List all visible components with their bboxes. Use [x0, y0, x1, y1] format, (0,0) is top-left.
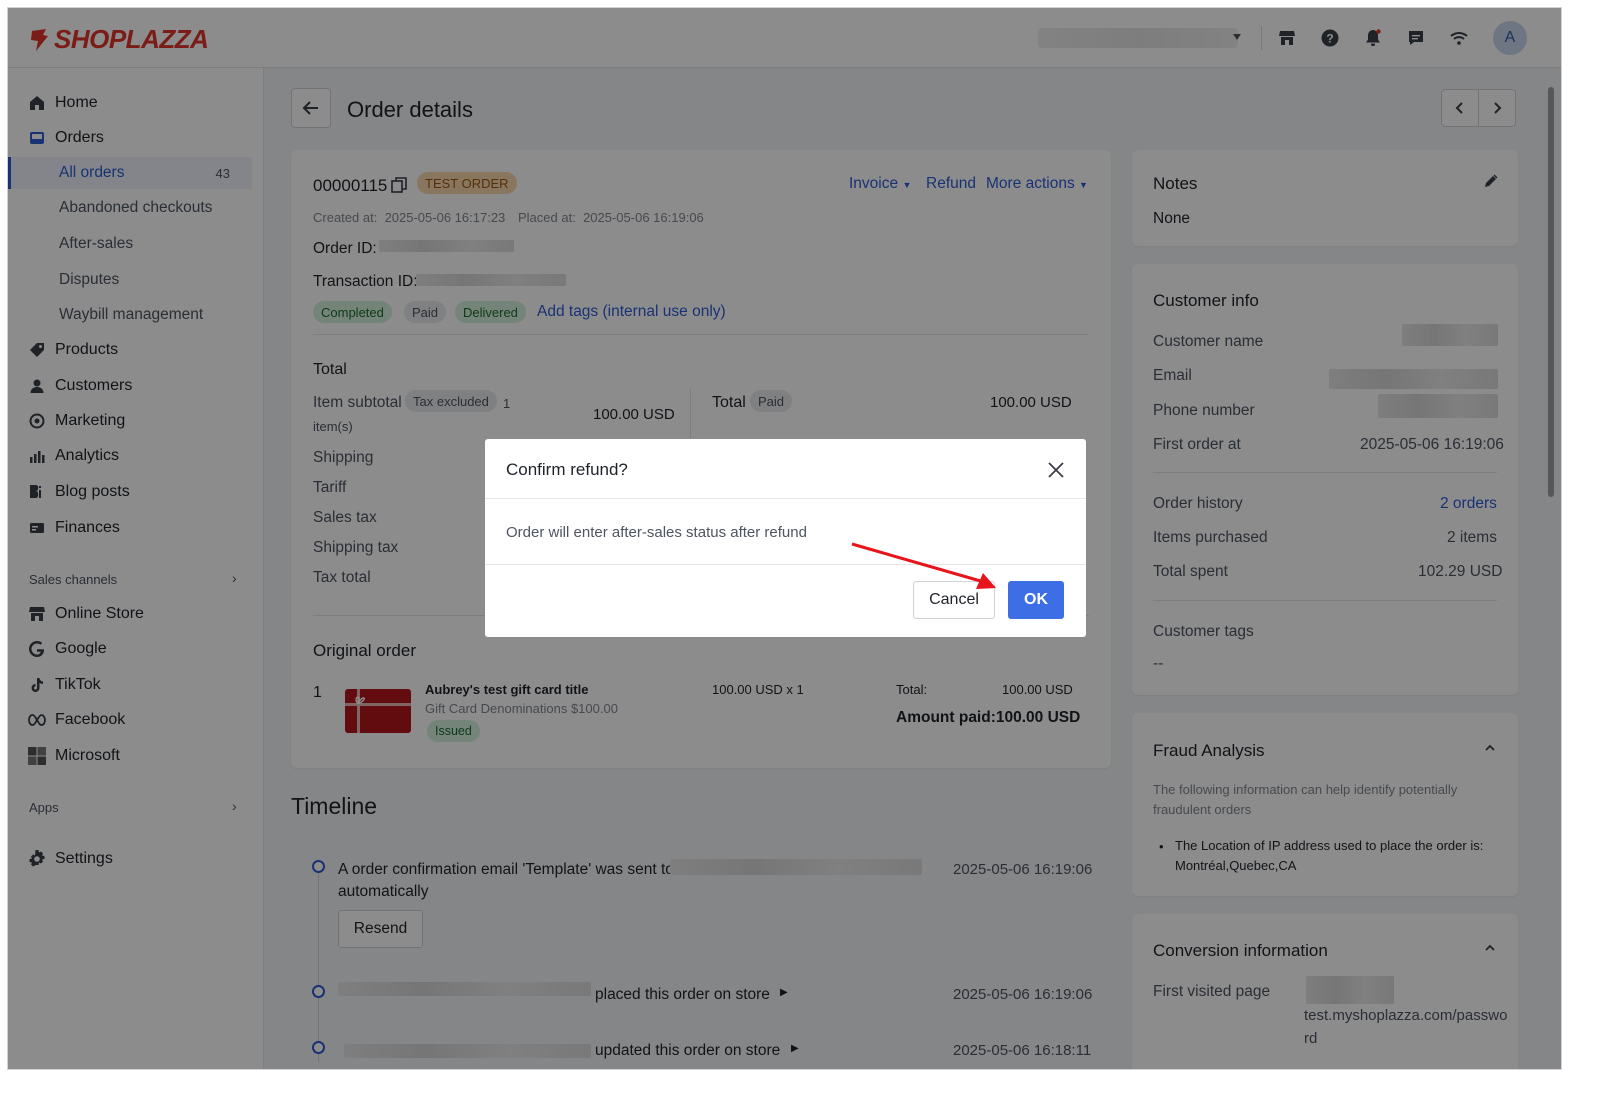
app-window: SHOPLAZZA ? A Home Orders All orders 43 … [7, 7, 1562, 1070]
dialog-message: Order will enter after-sales status afte… [506, 524, 807, 541]
annotation-arrow-icon [851, 542, 996, 589]
close-icon[interactable] [1043, 457, 1069, 483]
divider [485, 498, 1086, 499]
ok-button[interactable]: OK [1008, 581, 1064, 619]
dialog-title: Confirm refund? [506, 460, 628, 479]
